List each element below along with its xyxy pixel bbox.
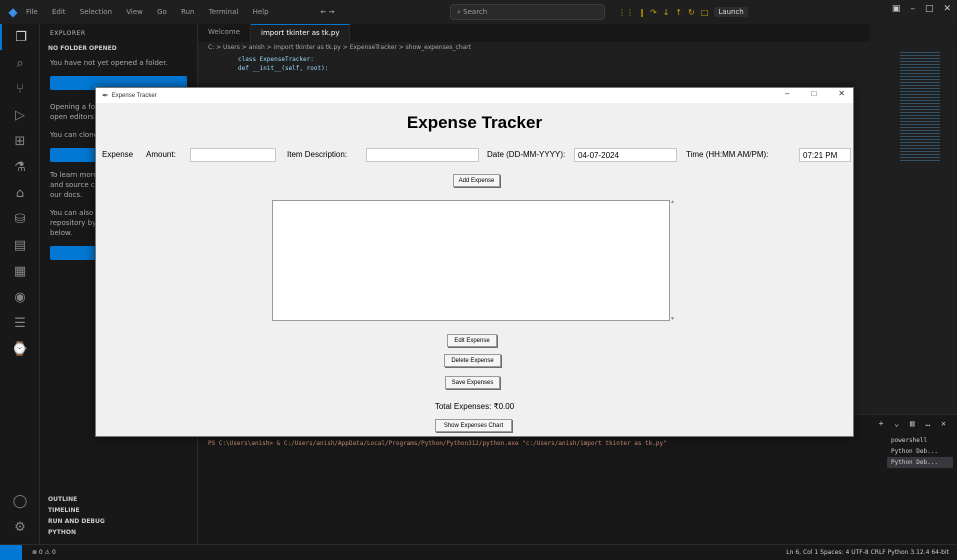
tab-welcome[interactable]: Welcome xyxy=(198,24,252,42)
add-expense-button[interactable]: Add Expense xyxy=(453,174,500,187)
tab-python-file[interactable]: import tkinter as tk.py xyxy=(251,24,351,42)
menu-help[interactable]: Help xyxy=(253,8,269,16)
breadcrumb[interactable]: C: > Users > anish > import tkinter as t… xyxy=(198,42,870,53)
remote-indicator-icon[interactable] xyxy=(0,544,22,560)
code-line: class ExpenseTracker: xyxy=(238,56,314,63)
menu-selection[interactable]: Selection xyxy=(80,8,112,16)
sidebar-message: You have not yet opened a folder. xyxy=(50,59,168,67)
menu-edit[interactable]: Edit xyxy=(52,8,66,16)
maximize-icon[interactable]: □ xyxy=(811,89,816,98)
vscode-window-controls: ▣ – □ ✕ xyxy=(892,4,951,14)
terminal-output: PS C:\Users\anish> & C:/Users/anish/AppD… xyxy=(208,440,667,447)
status-bar: ⊗ 0 ⚠ 0 Ln 6, Col 1 Spaces: 4 UTF-8 CRLF… xyxy=(0,544,957,560)
extensions-icon[interactable]: ⊞ xyxy=(0,128,40,154)
account-icon[interactable]: ◯ xyxy=(0,488,40,514)
step-over-icon[interactable]: ↷ xyxy=(650,8,657,17)
layout-icon[interactable]: ▣ xyxy=(892,4,901,14)
launch-config-select[interactable]: Launch xyxy=(714,7,748,17)
stop-icon[interactable]: □ xyxy=(701,8,709,17)
scroll-up-icon[interactable]: ▲ xyxy=(670,199,675,205)
run-debug-icon[interactable]: ▷ xyxy=(0,102,40,128)
code-line: def __init__(self, root): xyxy=(238,65,329,72)
section-outline[interactable]: OUTLINE xyxy=(40,494,197,505)
menu-file[interactable]: File xyxy=(26,8,38,16)
sidebar-section-header[interactable]: NO FOLDER OPENED xyxy=(40,43,197,54)
timeline-icon[interactable]: ⌚ xyxy=(0,336,40,362)
panel-toolbar[interactable]: + ⌄ ▥ … ✕ xyxy=(879,419,949,428)
scroll-down-icon[interactable]: ▼ xyxy=(670,316,675,322)
terminal-item[interactable]: powershell xyxy=(887,435,953,446)
docker-icon[interactable]: ▤ xyxy=(0,232,40,258)
testing-icon[interactable]: ⚗ xyxy=(0,154,40,180)
time-label: Time (HH:MM AM/PM): xyxy=(686,150,769,159)
minimize-icon[interactable]: – xyxy=(785,89,789,98)
problems-status[interactable]: ⊗ 0 ⚠ 0 xyxy=(32,549,56,556)
database-icon[interactable]: ⛁ xyxy=(0,206,40,232)
date-input[interactable] xyxy=(574,148,677,162)
editor-status[interactable]: Ln 6, Col 1 Spaces: 4 UTF-8 CRLF Python … xyxy=(786,549,949,556)
amount-label: Amount: xyxy=(146,150,176,159)
notebook-icon[interactable]: ▦ xyxy=(0,258,40,284)
menu-view[interactable]: View xyxy=(126,8,143,16)
section-python[interactable]: PYTHON xyxy=(40,527,197,538)
activity-bar: ❐ ⌕ ⑂ ▷ ⊞ ⚗ ⌂ ⛁ ▤ ▦ ◉ ☰ ⌚ ◯ ⚙ xyxy=(0,24,40,544)
sidebar-title: EXPLORER xyxy=(50,30,86,37)
date-label: Date (DD-MM-YYYY): xyxy=(487,150,566,159)
menu-go[interactable]: Go xyxy=(157,8,167,16)
save-expenses-button[interactable]: Save Expenses xyxy=(445,376,500,389)
close-icon[interactable]: ✕ xyxy=(838,89,845,98)
section-timeline[interactable]: TIMELINE xyxy=(40,505,197,516)
drag-handle-icon[interactable]: ⋮⋮ xyxy=(618,8,634,17)
step-into-icon[interactable]: ↓ xyxy=(663,8,670,17)
time-input[interactable] xyxy=(799,148,851,162)
terminal-list: powershell Python Deb... Python Deb... xyxy=(887,435,953,468)
outline-icon[interactable]: ☰ xyxy=(0,310,40,336)
nav-arrows[interactable]: ← → xyxy=(321,8,335,16)
menu-bar: File Edit Selection View Go Run Terminal… xyxy=(26,8,281,16)
debug-toolbar: ⋮⋮ ‖ ↷ ↓ ↑ ↻ □ Launch xyxy=(618,4,748,20)
menu-terminal[interactable]: Terminal xyxy=(209,8,239,16)
edit-expense-button[interactable]: Edit Expense xyxy=(447,334,497,347)
section-run-debug[interactable]: RUN AND DEBUG xyxy=(40,516,197,527)
app-titlebar[interactable]: ✒ Expense Tracker xyxy=(96,88,853,103)
code-view[interactable]: class ExpenseTracker: def __init__(self,… xyxy=(198,53,870,75)
terminal-item[interactable]: Python Deb... xyxy=(887,446,953,457)
minimap-content xyxy=(900,52,940,162)
remote-icon[interactable]: ⌂ xyxy=(0,180,40,206)
minimize-icon[interactable]: – xyxy=(910,4,915,14)
gear-icon[interactable]: ⚙ xyxy=(0,514,40,540)
close-icon[interactable]: ✕ xyxy=(943,4,951,14)
listbox-scrollbar[interactable]: ▲ ▼ xyxy=(670,199,675,322)
tk-feather-icon: ✒ xyxy=(102,91,109,100)
item-description-input[interactable] xyxy=(366,148,479,162)
explorer-icon[interactable]: ❐ xyxy=(0,24,40,50)
item-description-label: Item Description: xyxy=(287,150,348,159)
pause-icon[interactable]: ‖ xyxy=(640,8,644,17)
copilot-icon[interactable]: ◉ xyxy=(0,284,40,310)
search-icon: ⌕ xyxy=(457,8,461,16)
menu-run[interactable]: Run xyxy=(181,8,194,16)
maximize-icon[interactable]: □ xyxy=(925,4,934,14)
delete-expense-button[interactable]: Delete Expense xyxy=(444,354,501,367)
expenses-listbox[interactable] xyxy=(272,200,670,321)
terminal-item[interactable]: Python Deb... xyxy=(887,457,953,468)
page-title: Expense Tracker xyxy=(406,113,543,132)
expense-label: Expense xyxy=(102,150,134,159)
command-center-search[interactable]: ⌕ Search xyxy=(450,4,605,20)
vscode-logo-icon: ◆ xyxy=(8,5,18,19)
show-expenses-chart-button[interactable]: Show Expenses Chart xyxy=(435,419,512,432)
total-expenses-label: Total Expenses: ₹0.00 xyxy=(434,402,515,411)
search-icon[interactable]: ⌕ xyxy=(0,50,40,76)
sidebar-bottom-sections: OUTLINE TIMELINE RUN AND DEBUG PYTHON xyxy=(40,494,197,538)
app-window-title: Expense Tracker xyxy=(111,92,157,99)
restart-icon[interactable]: ↻ xyxy=(688,8,695,17)
expense-tracker-window: ✒ Expense Tracker – □ ✕ Expense Tracker … xyxy=(95,87,854,437)
source-control-icon[interactable]: ⑂ xyxy=(0,76,40,102)
amount-input[interactable] xyxy=(190,148,276,162)
minimap[interactable] xyxy=(870,42,957,414)
app-window-controls: – □ ✕ xyxy=(785,89,845,98)
search-placeholder: Search xyxy=(463,8,488,16)
editor-tabs: Welcome import tkinter as tk.py xyxy=(198,24,870,42)
step-out-icon[interactable]: ↑ xyxy=(675,8,682,17)
